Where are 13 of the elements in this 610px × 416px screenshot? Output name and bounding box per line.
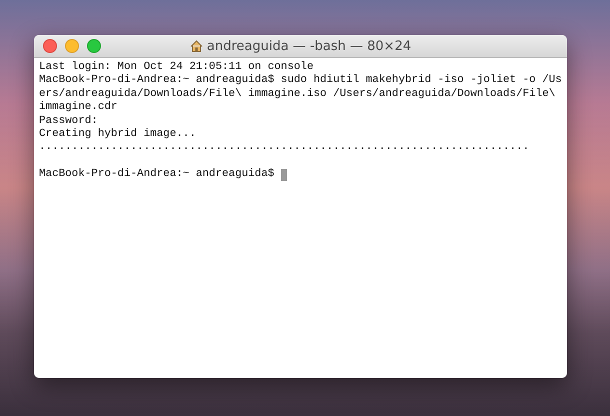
- terminal-line: Password:: [39, 114, 98, 128]
- zoom-button[interactable]: [87, 39, 101, 53]
- terminal-line: MacBook-Pro-di-Andrea:~ andreaguida$ sudo hdiutil makehybrid -iso -joliet -o /Us: [39, 74, 562, 88]
- terminal-line: Creating hybrid image...: [39, 128, 196, 142]
- terminal-line: Last login: Mon Oct 24 21:05:11 on console: [39, 61, 314, 74]
- window-title: andreaguida — -bash — 80×24: [206, 38, 412, 54]
- terminal-line: ers/andreaguida/Downloads/File\ immagine.iso /Users/andreaguida/Downloads/File\: [39, 88, 556, 101]
- terminal-line: immagine.cdr: [39, 101, 118, 115]
- house-icon: [190, 40, 203, 52]
- close-button[interactable]: [43, 39, 57, 53]
- terminal-line: ...........................................................................: [39, 141, 530, 155]
- terminal-line: MacBook-Pro-di-Andrea:~ andreaguida$: [39, 168, 274, 182]
- minimize-button[interactable]: [65, 39, 79, 53]
